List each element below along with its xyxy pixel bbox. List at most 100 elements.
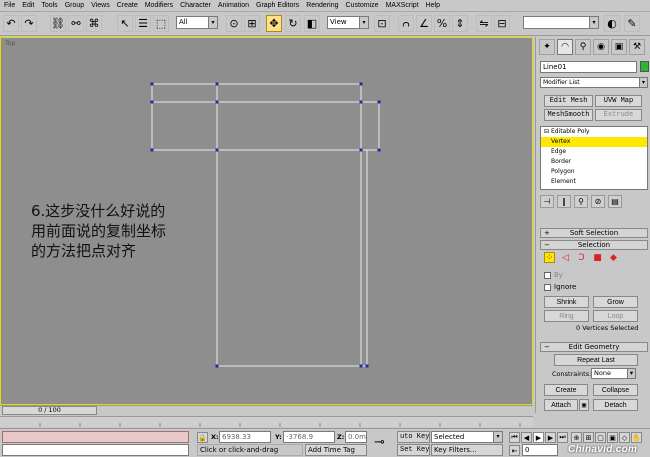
named-selection-dropdown[interactable]: ▾ xyxy=(523,16,599,29)
previous-frame-icon[interactable]: ◀ xyxy=(521,432,532,443)
redo-icon[interactable]: ↷ xyxy=(21,15,37,32)
spinner-snap-icon[interactable]: ⇕ xyxy=(452,15,468,32)
menu-modifiers[interactable]: Modifiers xyxy=(145,2,173,9)
stack-item-edge[interactable]: Edge xyxy=(541,147,647,157)
time-slider[interactable]: 0 / 100 xyxy=(2,406,97,415)
edge-mode-icon[interactable]: ◁ xyxy=(560,252,571,263)
menu-group[interactable]: Group xyxy=(65,2,84,9)
menu-help[interactable]: Help xyxy=(426,2,440,9)
add-time-tag-button[interactable]: Add Time Tag xyxy=(305,444,367,456)
menu-edit[interactable]: Edit xyxy=(22,2,34,9)
percent-snap-icon[interactable]: % xyxy=(434,15,450,32)
rectangle-selection-icon[interactable]: ⬚ xyxy=(153,15,169,32)
snap-toggle-icon[interactable]: ᴒ xyxy=(398,15,414,32)
set-key-button[interactable]: Set Key xyxy=(397,444,430,456)
align-icon[interactable]: ⊟ xyxy=(494,15,510,32)
uvw-map-button[interactable]: UVW Map xyxy=(595,95,642,107)
go-to-end-icon[interactable]: ⏭ xyxy=(557,432,568,443)
angle-snap-icon[interactable]: ∠ xyxy=(416,15,432,32)
by-vertex-checkbox[interactable]: By xyxy=(544,271,563,279)
key-icon[interactable]: ⊸ xyxy=(374,435,385,450)
x-coordinate-field[interactable]: 6938.33 xyxy=(219,431,271,443)
select-and-scale-icon[interactable]: ◧ xyxy=(304,15,320,32)
vertex[interactable] xyxy=(377,100,381,104)
utilities-tab-icon[interactable]: ⚒ xyxy=(629,39,645,55)
display-tab-icon[interactable]: ▣ xyxy=(611,39,627,55)
menu-animation[interactable]: Animation xyxy=(218,2,249,9)
meshsmooth-button[interactable]: MeshSmooth xyxy=(544,109,593,121)
select-and-link-icon[interactable]: ⊞ xyxy=(244,15,260,32)
vertex[interactable] xyxy=(150,82,154,86)
menu-maxscript[interactable]: MAXScript xyxy=(386,2,419,9)
next-frame-icon[interactable]: ▶ xyxy=(545,432,556,443)
create-button[interactable]: Create xyxy=(544,384,588,396)
hierarchy-tab-icon[interactable]: ⚲ xyxy=(575,39,591,55)
vertex[interactable] xyxy=(377,148,381,152)
extrude-button[interactable]: Extrude xyxy=(595,109,642,121)
edit-mesh-button[interactable]: Edit Mesh xyxy=(544,95,593,107)
menu-file[interactable]: File xyxy=(4,2,15,9)
pan-icon[interactable]: ✋ xyxy=(631,432,642,443)
select-object-icon[interactable]: ↖ xyxy=(117,15,133,32)
z-coordinate-field[interactable]: 0.0mm xyxy=(345,431,367,443)
vertex[interactable] xyxy=(150,148,154,152)
modifier-stack[interactable]: ⊟ Editable Poly Vertex Edge Border Polyg… xyxy=(540,126,648,190)
border-mode-icon[interactable]: Ͻ xyxy=(576,252,587,263)
stack-item-vertex[interactable]: Vertex xyxy=(541,137,647,147)
viewport-top[interactable]: Top 6.这步没什么好说的 用前面说的复制坐标 的方法把点对齐 xyxy=(0,37,533,405)
polygon-mode-icon[interactable]: ■ xyxy=(592,252,603,263)
menu-views[interactable]: Views xyxy=(91,2,110,9)
vertex-mode-icon[interactable]: ⁘ xyxy=(544,252,555,263)
y-coordinate-field[interactable]: -3768.9 xyxy=(283,431,335,443)
object-name-field[interactable]: Line01 xyxy=(540,61,637,73)
modifier-list-dropdown[interactable]: Modifier List ▾ xyxy=(540,77,648,88)
grow-button[interactable]: Grow xyxy=(593,296,638,308)
vertex[interactable] xyxy=(215,148,219,152)
go-to-start-icon[interactable]: ⏮ xyxy=(509,432,520,443)
attach-list-icon[interactable]: ▣ xyxy=(579,399,589,411)
vertex[interactable] xyxy=(215,100,219,104)
mirror-icon[interactable]: ⇋ xyxy=(476,15,492,32)
material-editor-icon[interactable]: ◐ xyxy=(604,15,620,32)
select-and-move-icon[interactable]: ✥ xyxy=(266,15,282,32)
configure-sets-icon[interactable]: ▤ xyxy=(608,195,622,208)
select-and-rotate-icon[interactable]: ↻ xyxy=(285,15,301,32)
menu-create[interactable]: Create xyxy=(117,2,138,9)
menu-rendering[interactable]: Rendering xyxy=(306,2,338,9)
attach-button[interactable]: Attach xyxy=(544,399,578,411)
stack-item-element[interactable]: Element xyxy=(541,177,647,187)
create-tab-icon[interactable]: ✦ xyxy=(539,39,555,55)
select-link-icon[interactable]: ⛓ xyxy=(50,15,66,32)
soft-selection-rollout[interactable]: + Soft Selection xyxy=(540,228,648,238)
stack-root[interactable]: ⊟ Editable Poly xyxy=(541,127,647,137)
bind-spacewarp-icon[interactable]: ⌘ xyxy=(86,15,102,32)
repeat-last-button[interactable]: Repeat Last xyxy=(554,354,638,366)
zoom-extents-icon[interactable]: ▢ xyxy=(595,432,606,443)
menu-graph-editors[interactable]: Graph Editors xyxy=(256,2,299,9)
vertex[interactable] xyxy=(150,100,154,104)
loop-button[interactable]: Loop xyxy=(593,310,638,322)
unlink-icon[interactable]: ⚯ xyxy=(68,15,84,32)
menu-tools[interactable]: Tools xyxy=(41,2,57,9)
undo-icon[interactable]: ↶ xyxy=(3,15,19,32)
vertex[interactable] xyxy=(215,364,219,368)
zoom-extents-all-icon[interactable]: ▣ xyxy=(607,432,618,443)
ignore-backfacing-checkbox[interactable]: Ignore xyxy=(544,283,576,291)
stack-item-polygon[interactable]: Polygon xyxy=(541,167,647,177)
element-mode-icon[interactable]: ◆ xyxy=(608,252,619,263)
maxscript-listener[interactable] xyxy=(2,431,189,443)
stack-item-border[interactable]: Border xyxy=(541,157,647,167)
object-color-swatch[interactable] xyxy=(640,61,649,72)
track-bar[interactable] xyxy=(0,416,533,427)
play-icon[interactable]: ▶ xyxy=(533,432,544,443)
constraints-dropdown[interactable]: None ▾ xyxy=(591,368,636,379)
menu-character[interactable]: Character xyxy=(180,2,211,9)
make-unique-icon[interactable]: ⚲ xyxy=(574,195,588,208)
key-filters-button[interactable]: Key Filters... xyxy=(431,444,503,456)
zoom-all-icon[interactable]: ⊞ xyxy=(583,432,594,443)
pin-stack-icon[interactable]: ⊣ xyxy=(540,195,554,208)
current-frame-field[interactable]: 0 xyxy=(522,444,558,456)
pivot-center-icon[interactable]: ⊡ xyxy=(374,15,390,32)
key-mode-toggle-icon[interactable]: ⇤ xyxy=(509,445,520,456)
motion-tab-icon[interactable]: ◉ xyxy=(593,39,609,55)
